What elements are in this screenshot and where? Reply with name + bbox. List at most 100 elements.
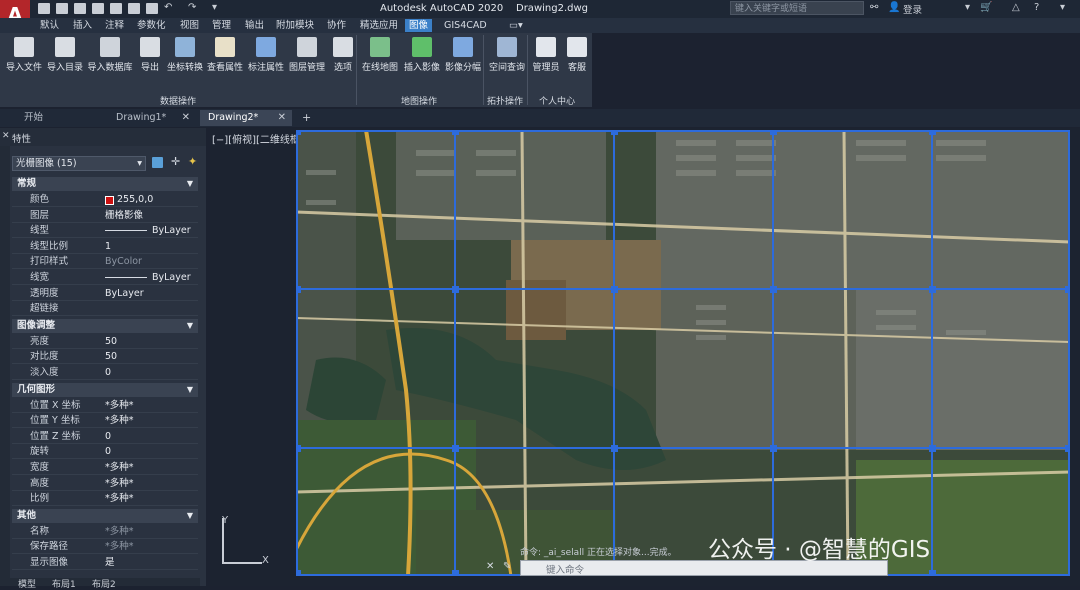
property-row[interactable]: 比例 *多种* <box>12 491 198 507</box>
palette-close-icon[interactable]: ✕ <box>2 131 10 141</box>
menu-tab-7[interactable]: 附加模块 <box>272 19 318 32</box>
doc-tab-label: Drawing1* <box>116 112 167 123</box>
property-row[interactable]: 位置 X 坐标 *多种* <box>12 398 198 413</box>
doc-tab-0[interactable]: 开始 <box>16 110 106 126</box>
ribbon-button-0-4[interactable]: 坐标转换 <box>165 35 205 80</box>
menu-tab-11[interactable]: GIS4CAD <box>440 19 491 32</box>
property-row[interactable]: 线宽 ByLayer <box>12 270 198 285</box>
property-row[interactable]: 旋转 0 <box>12 444 198 460</box>
ribbon-button-0-7[interactable]: 图层管理 <box>287 35 327 80</box>
ribbon-button-label: 图层管理 <box>288 63 325 73</box>
menu-tab-10[interactable]: 图像 <box>405 19 433 32</box>
section-header-0[interactable]: 常规 ▼ <box>12 177 198 191</box>
minimize-icon[interactable]: ▾ <box>1060 2 1065 13</box>
ribbon-button-0-3[interactable]: 导出 <box>137 35 163 80</box>
ucs-y-label: Y <box>222 515 229 526</box>
select-objects-icon[interactable]: ✛ <box>171 155 180 168</box>
ribbon-button-1-1[interactable]: 插入影像 <box>402 35 442 80</box>
menu-tab-0[interactable]: 默认 <box>36 19 63 32</box>
wrench-icon[interactable]: ✎ <box>503 561 511 572</box>
section-header-3[interactable]: 其他 ▼ <box>12 508 198 523</box>
open-file-icon[interactable] <box>56 3 68 14</box>
customize-quick-access-icon[interactable]: ▾ <box>212 2 217 13</box>
palette-grip[interactable] <box>0 146 10 586</box>
tab-overflow-icon[interactable]: ▭▾ <box>505 19 527 32</box>
menu-tab-4[interactable]: 视图 <box>176 19 203 32</box>
cart-icon[interactable]: 🛒 <box>980 2 992 13</box>
ribbon-button-0-6[interactable]: 标注属性 <box>246 35 286 80</box>
quick-select-icon[interactable]: ✦ <box>188 155 197 168</box>
property-row[interactable]: 宽度 *多种* <box>12 460 198 475</box>
ribbon-button-0-8[interactable]: 选项 <box>331 35 355 80</box>
menu-tab-2[interactable]: 注释 <box>101 19 128 32</box>
save-icon[interactable] <box>74 3 86 14</box>
ribbon-button-label: 坐标转换 <box>166 63 203 73</box>
layout-tab-1[interactable]: 布局1 <box>52 577 76 590</box>
property-value: 50 <box>105 335 118 347</box>
property-row[interactable]: 超链接 <box>12 301 198 317</box>
property-name: 显示图像 <box>30 557 69 568</box>
property-name: 线型 <box>30 225 50 237</box>
plot-icon[interactable] <box>146 3 158 14</box>
help-search-input[interactable]: 键入关键字或短语 <box>730 1 864 15</box>
ribbon-group-label-0: 数据操作 <box>160 97 197 107</box>
menu-tab-1[interactable]: 插入 <box>69 19 96 32</box>
import-icon[interactable] <box>110 3 122 14</box>
property-row[interactable]: 线型 ByLayer <box>12 223 198 239</box>
menu-tab-5[interactable]: 管理 <box>208 19 235 32</box>
doc-tab-1[interactable]: Drawing1* ✕ <box>108 110 196 126</box>
close-tab-icon[interactable]: ✕ <box>182 110 190 126</box>
menu-tab-9[interactable]: 精选应用 <box>356 19 402 32</box>
doc-tab-2[interactable]: Drawing2* ✕ <box>200 110 292 126</box>
property-row[interactable]: 颜色 255,0,0 <box>12 192 198 207</box>
viewport-controls[interactable]: [−][俯视][二维线框] <box>212 131 304 146</box>
property-value: 0 <box>105 367 112 378</box>
property-row[interactable]: 对比度 50 <box>12 349 198 365</box>
binoculars-icon[interactable]: ⚯ <box>870 2 878 13</box>
dropdown-icon[interactable]: ▾ <box>965 2 970 13</box>
login-link[interactable]: 登录 <box>903 2 922 16</box>
new-tab-icon[interactable]: + <box>302 111 311 124</box>
property-row[interactable]: 透明度 ByLayer <box>12 286 198 301</box>
menu-tab-3[interactable]: 参数化 <box>133 19 170 32</box>
property-row[interactable]: 高度 *多种* <box>12 476 198 491</box>
ribbon-button-3-0[interactable]: 管理员 <box>530 35 562 80</box>
property-row[interactable]: 线型比例 1 <box>12 239 198 254</box>
layout-tab-0[interactable]: 模型 <box>18 577 36 590</box>
autodesk-icon[interactable]: △ <box>1012 2 1020 13</box>
property-row[interactable]: 名称 *多种* <box>12 524 198 539</box>
property-row[interactable]: 图层 栅格影像 <box>12 208 198 223</box>
section-header-2[interactable]: 几何图形 ▼ <box>12 382 198 397</box>
ribbon-button-3-1[interactable]: 客服 <box>565 35 589 80</box>
property-row[interactable]: 淡入度 0 <box>12 365 198 380</box>
help-icon[interactable]: ? <box>1034 2 1039 13</box>
menu-tab-8[interactable]: 协作 <box>323 19 350 32</box>
user-icon[interactable]: 👤 <box>888 2 900 13</box>
property-row[interactable]: 位置 Y 坐标 *多种* <box>12 413 198 429</box>
undo-icon[interactable]: ↶ <box>164 2 172 13</box>
save-as-icon[interactable] <box>92 3 104 14</box>
layout-tab-2[interactable]: 布局2 <box>92 577 116 590</box>
property-row[interactable]: 显示图像 是 <box>12 555 198 570</box>
toggle-pickadd-icon[interactable] <box>152 157 163 168</box>
object-type-select[interactable]: 光栅图像 (15) ▾ <box>12 156 146 171</box>
ribbon-button-1-0[interactable]: 在线地图 <box>360 35 400 80</box>
ribbon-button-0-1[interactable]: 导入目录 <box>45 35 85 80</box>
new-file-icon[interactable] <box>38 3 50 14</box>
property-row[interactable]: 保存路径 *多种* <box>12 539 198 555</box>
satellite-image-mosaic[interactable] <box>296 130 1070 576</box>
property-row[interactable]: 位置 Z 坐标 0 <box>12 429 198 444</box>
property-row[interactable]: 打印样式 ByColor <box>12 254 198 270</box>
ribbon-button-0-2[interactable]: 导入数据库 <box>85 35 135 80</box>
ribbon-button-2-0[interactable]: 空间查询 <box>487 35 527 80</box>
ribbon-button-1-2[interactable]: 影像分幅 <box>443 35 483 80</box>
close-tab-icon[interactable]: ✕ <box>278 110 286 126</box>
property-row[interactable]: 亮度 50 <box>12 334 198 349</box>
ribbon-button-0-0[interactable]: 导入文件 <box>4 35 44 80</box>
redo-icon[interactable]: ↷ <box>188 2 196 13</box>
menu-tab-6[interactable]: 输出 <box>241 19 268 32</box>
close-command-icon[interactable]: ✕ <box>486 561 494 572</box>
ribbon-button-0-5[interactable]: 查看属性 <box>205 35 245 80</box>
print-icon[interactable] <box>128 3 140 14</box>
section-header-1[interactable]: 图像调整 ▼ <box>12 318 198 333</box>
